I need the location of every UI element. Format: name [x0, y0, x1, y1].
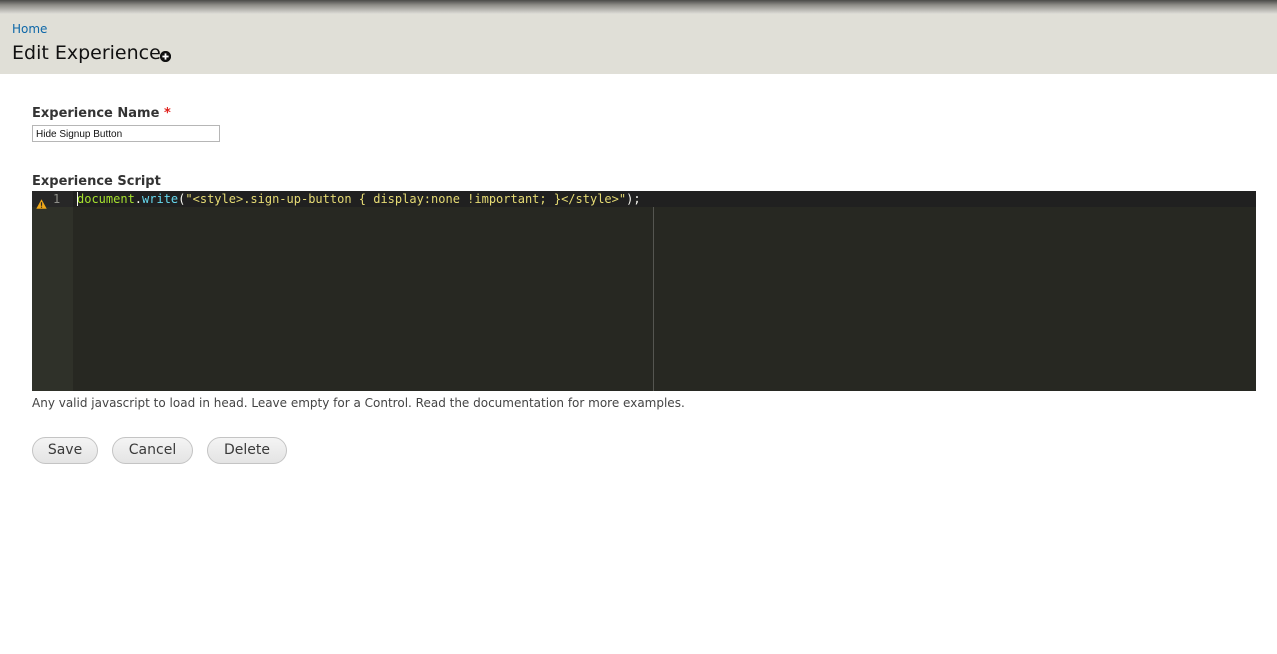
- page-title: Edit Experience: [12, 42, 161, 64]
- print-margin: [653, 207, 654, 391]
- experience-name-input[interactable]: [32, 125, 220, 142]
- breadcrumb-home[interactable]: Home: [12, 22, 47, 36]
- add-shortcut-icon[interactable]: [160, 51, 171, 62]
- line-number: 1: [53, 192, 61, 206]
- delete-button[interactable]: Delete: [207, 437, 287, 464]
- code-dot: .: [134, 192, 143, 206]
- script-editor[interactable]: 1 document.write("<style>.sign-up-button…: [32, 191, 1256, 391]
- required-marker: *: [163, 106, 171, 121]
- save-button[interactable]: Save: [32, 437, 98, 464]
- experience-name-label-text: Experience Name: [32, 106, 160, 121]
- code-close: );: [626, 192, 641, 206]
- experience-script-label: Experience Script: [32, 174, 161, 189]
- code-line[interactable]: document.write("<style>.sign-up-button {…: [77, 191, 641, 207]
- warning-icon[interactable]: [36, 194, 47, 213]
- text-cursor: [77, 192, 78, 206]
- code-method: write: [142, 192, 179, 206]
- toolbar-shadow: [0, 0, 1277, 14]
- code-object: document: [77, 192, 135, 206]
- code-string: "<style>.sign-up-button { display:none !…: [185, 192, 627, 206]
- editor-gutter: [32, 191, 73, 391]
- script-help-text: Any valid javascript to load in head. Le…: [32, 396, 685, 410]
- cancel-button[interactable]: Cancel: [112, 437, 193, 464]
- experience-name-label: Experience Name *: [32, 106, 171, 121]
